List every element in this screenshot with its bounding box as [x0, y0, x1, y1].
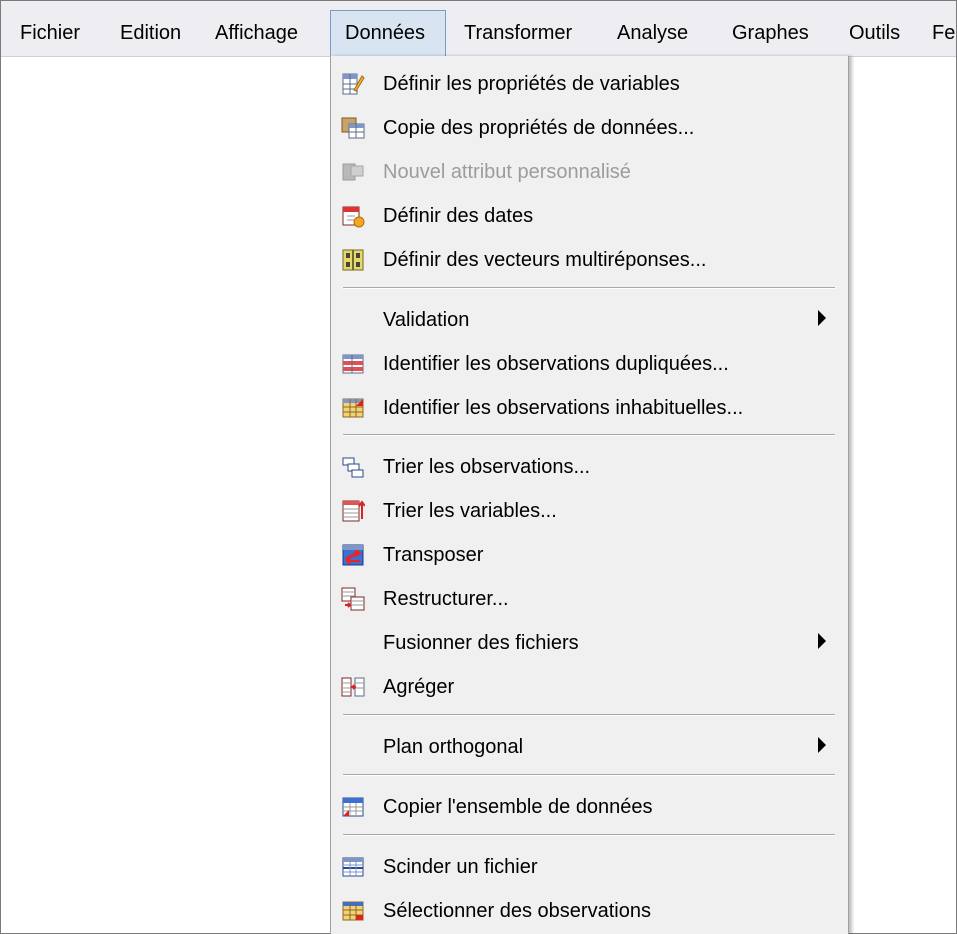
menu-item-label: Trier les variables... — [383, 500, 557, 522]
menu-graphes[interactable]: Graphes — [732, 11, 809, 56]
menu-analyse[interactable]: Analyse — [617, 11, 688, 56]
menu-fenetre[interactable]: Fe — [932, 11, 955, 56]
submenu-arrow-icon — [818, 310, 826, 326]
menu-item-label: Restructurer... — [383, 588, 509, 610]
menu-item-label: Identifier les observations inhabituelle… — [383, 397, 744, 419]
menu-item-split-file[interactable]: Scinder un fichier — [331, 847, 848, 887]
menu-item-label: Identifier les observations dupliquées..… — [383, 353, 729, 375]
submenu-arrow-icon — [818, 737, 826, 753]
sort-variables-icon — [341, 499, 365, 523]
duplicate-cases-icon — [341, 352, 365, 376]
menu-item-define-variable-properties[interactable]: Définir les propriétés de variables — [331, 64, 848, 104]
menu-item-label: Transposer — [383, 544, 484, 566]
select-cases-icon — [341, 899, 365, 923]
menu-item-restructure[interactable]: Restructurer... — [331, 579, 848, 619]
donnees-dropdown-menu: Définir les propriétés de variables Copi… — [330, 56, 849, 934]
menu-item-label: Fusionner des fichiers — [383, 632, 579, 654]
menu-bar: Fichier Edition Affichage Données Transf… — [1, 1, 956, 57]
submenu-arrow-icon — [818, 633, 826, 649]
unusual-cases-icon — [341, 396, 365, 420]
menu-label: Edition — [120, 22, 182, 44]
menu-separator — [343, 434, 835, 436]
menu-item-label: Plan orthogonal — [383, 736, 524, 758]
menu-item-unusual-cases[interactable]: Identifier les observations inhabituelle… — [331, 388, 848, 428]
menu-separator — [343, 287, 835, 289]
define-dates-icon — [341, 204, 365, 228]
menu-label: Données — [345, 22, 426, 44]
menu-item-label: Agréger — [383, 676, 455, 698]
menu-item-merge-files[interactable]: Fusionner des fichiers — [331, 623, 848, 663]
menu-item-label: Scinder un fichier — [383, 856, 538, 878]
menu-label: Transformer — [464, 22, 573, 44]
menu-item-transpose[interactable]: Transposer — [331, 535, 848, 575]
multiple-response-sets-icon — [341, 248, 365, 272]
menu-label: Affichage — [215, 22, 299, 44]
menu-item-new-custom-attribute: Nouvel attribut personnalisé — [331, 152, 848, 192]
menu-affichage[interactable]: Affichage — [215, 11, 298, 56]
menu-transformer[interactable]: Transformer — [464, 11, 572, 56]
transpose-icon — [341, 543, 365, 567]
menu-item-orthogonal-design[interactable]: Plan orthogonal — [331, 727, 848, 767]
menu-item-duplicate-cases[interactable]: Identifier les observations dupliquées..… — [331, 344, 848, 384]
menu-item-multiple-response-sets[interactable]: Définir des vecteurs multiréponses... — [331, 240, 848, 280]
menu-item-sort-cases[interactable]: Trier les observations... — [331, 447, 848, 487]
menu-item-label: Trier les observations... — [383, 456, 591, 478]
menu-label: Graphes — [732, 22, 809, 44]
new-custom-attribute-icon — [341, 160, 365, 184]
menu-separator — [343, 834, 835, 836]
menu-separator — [343, 774, 835, 776]
menu-item-label: Définir des vecteurs multiréponses... — [383, 249, 707, 271]
define-variable-properties-icon — [341, 72, 365, 96]
menu-item-label: Définir les propriétés de variables — [383, 73, 680, 95]
menu-label: Outils — [849, 22, 901, 44]
menu-item-sort-variables[interactable]: Trier les variables... — [331, 491, 848, 531]
menu-item-label: Définir des dates — [383, 205, 534, 227]
menu-item-copy-dataset[interactable]: Copier l'ensemble de données — [331, 787, 848, 827]
menu-label: Analyse — [617, 22, 689, 44]
menu-item-select-cases[interactable]: Sélectionner des observations — [331, 891, 848, 931]
menu-label: Fe — [932, 22, 956, 44]
menu-label: Fichier — [20, 22, 81, 44]
menu-item-label: Sélectionner des observations — [383, 900, 651, 922]
split-file-icon — [341, 855, 365, 879]
restructure-icon — [341, 587, 365, 611]
menu-outils[interactable]: Outils — [849, 11, 900, 56]
menu-item-label: Nouvel attribut personnalisé — [383, 161, 631, 183]
menu-fichier[interactable]: Fichier — [20, 11, 80, 56]
menu-item-define-dates[interactable]: Définir des dates — [331, 196, 848, 236]
sort-cases-icon — [341, 455, 365, 479]
menu-donnees[interactable]: Données — [330, 10, 446, 57]
copy-data-properties-icon — [341, 116, 365, 140]
menu-item-label: Copie des propriétés de données... — [383, 117, 695, 139]
menu-item-copy-data-properties[interactable]: Copie des propriétés de données... — [331, 108, 848, 148]
menu-item-validation[interactable]: Validation — [331, 300, 848, 340]
aggregate-icon — [341, 675, 365, 699]
menu-item-label: Copier l'ensemble de données — [383, 796, 653, 818]
copy-dataset-icon — [341, 795, 365, 819]
menu-item-label: Validation — [383, 309, 470, 331]
menu-edition[interactable]: Edition — [120, 11, 181, 56]
menu-item-aggregate[interactable]: Agréger — [331, 667, 848, 707]
menu-separator — [343, 714, 835, 716]
